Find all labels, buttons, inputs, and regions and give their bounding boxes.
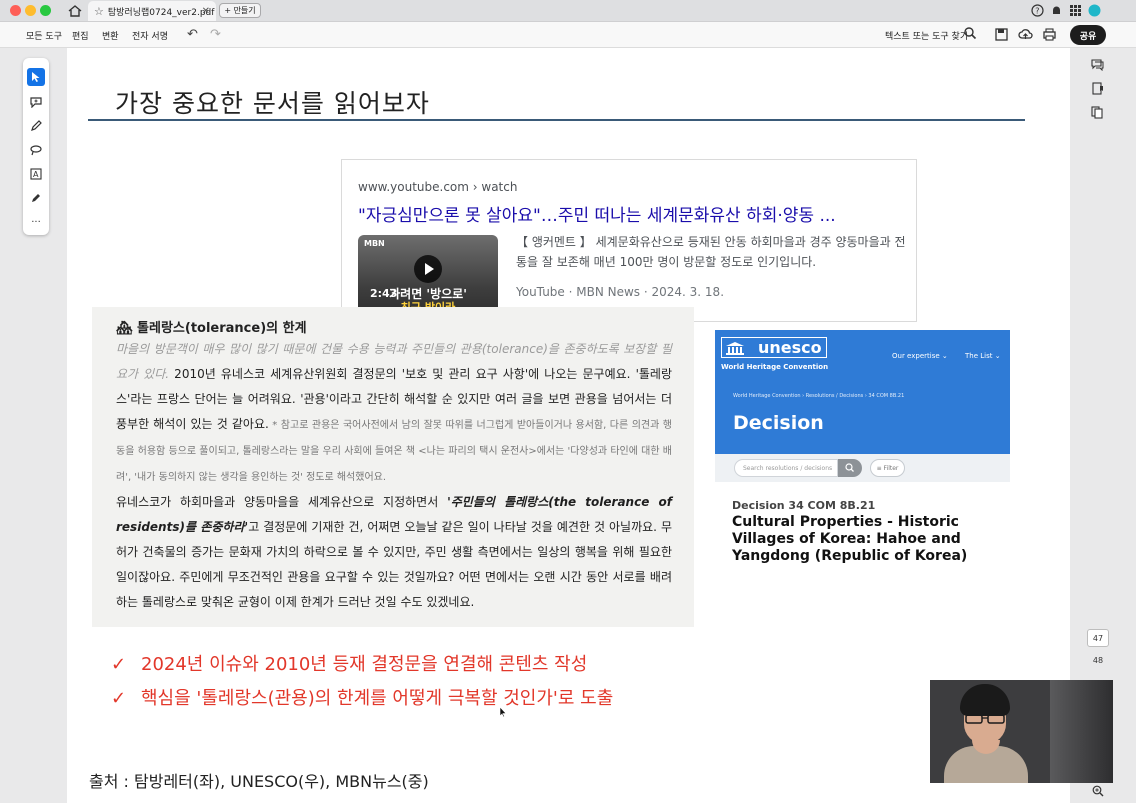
page-number-current[interactable]: 47	[1087, 629, 1109, 647]
unesco-logo-text: unesco	[758, 338, 822, 357]
lasso-icon	[30, 145, 42, 156]
save-icon[interactable]	[994, 27, 1009, 42]
comments-panel-icon[interactable]	[1091, 58, 1104, 71]
point-1: ✓ 2024년 이슈와 2010년 등재 결정문을 연결해 콘텐츠 작성	[111, 650, 587, 676]
main-toolbar: 모든 도구 편집 변환 전자 서명 ↶ ↷ 텍스트 또는 도구 찾기 공유	[0, 22, 1136, 48]
temple-icon	[726, 342, 744, 355]
draw-tool-button[interactable]	[27, 141, 45, 159]
unesco-search-input: Search resolutions / decisions	[734, 459, 838, 477]
document-tab-title: 탐방러닝랩0724_ver2.pdf	[107, 7, 215, 18]
new-tab-button[interactable]: + 만들기	[219, 3, 261, 18]
excerpt-heading-text: 톨레랑스(tolerance)의 한계	[137, 321, 307, 336]
window-titlebar: ☆ 탐방러닝랩0724_ver2.pdf ✕ + 만들기 ?	[0, 0, 1136, 22]
find-tools-label[interactable]: 텍스트 또는 도구 찾기	[885, 29, 968, 42]
newsletter-excerpt: 🏘 톨레랑스(tolerance)의 한계 마을의 방문객이 매우 많이 많기 …	[92, 307, 694, 627]
unesco-logo: unesco	[721, 337, 827, 358]
unesco-subtitle: World Heritage Convention	[721, 363, 829, 371]
slide-title: 가장 중요한 문서를 읽어보자	[115, 89, 430, 118]
highlight-tool-button[interactable]	[27, 117, 45, 135]
youtube-title: "자긍심만으론 못 살아요"…주민 떠나는 세계문화유산 하회·양동 ...	[358, 206, 836, 226]
title-divider	[88, 119, 1025, 121]
cursor-arrow-icon	[32, 72, 40, 82]
star-icon[interactable]: ☆	[94, 5, 104, 18]
point-2: ✓ 핵심을 '톨레랑스(관용)의 한계를 어떻게 극복할 것인가'로 도출	[111, 684, 613, 710]
check-icon: ✓	[111, 688, 127, 709]
excerpt-body: 마을의 방문객이 매우 많이 많기 때문에 건물 수용 능력과 주민들의 관용(…	[116, 337, 672, 615]
stamp-tool-button[interactable]	[27, 189, 45, 207]
mbn-logo: MBN	[364, 239, 385, 248]
notification-bell-icon[interactable]	[1050, 4, 1063, 17]
youtube-url: www.youtube.com › watch	[358, 180, 518, 194]
select-tool-button[interactable]	[27, 68, 45, 86]
unesco-search-button	[838, 459, 862, 477]
youtube-result-card: www.youtube.com › watch "자긍심만으론 못 살아요"…주…	[341, 159, 917, 323]
unesco-breadcrumb: World Heritage Convention › Resolutions …	[733, 393, 905, 399]
check-icon: ✓	[111, 654, 127, 675]
decision-title: Cultural Properties - Historic Villages …	[732, 514, 968, 564]
pen-icon	[31, 120, 42, 131]
user-avatar-icon[interactable]	[1088, 4, 1101, 17]
video-duration: 2:43	[370, 287, 398, 300]
mouse-cursor-icon	[499, 706, 507, 718]
point-2-text: 핵심을 '톨레랑스(관용)의 한계를 어떻게 극복할 것인가'로 도출	[141, 688, 614, 709]
youtube-description: 【 앵커멘트 】 세계문화유산으로 등재된 안동 하회마을과 경주 양동마을과 …	[516, 235, 906, 269]
apps-grid-icon[interactable]	[1069, 4, 1082, 17]
menu-convert[interactable]: 변환	[102, 29, 119, 42]
nav-the-list: The List ⌄	[965, 352, 1001, 360]
document-tab[interactable]: ☆ 탐방러닝랩0724_ver2.pdf ✕	[88, 1, 216, 21]
more-tools-icon[interactable]: ···	[27, 213, 45, 231]
search-icon	[845, 463, 854, 472]
presenter-hair	[960, 684, 1010, 716]
unesco-filter-button: ≡ Filter	[870, 459, 905, 477]
close-window-button[interactable]	[10, 5, 21, 16]
play-icon	[414, 255, 442, 283]
unesco-search-bar: Search resolutions / decisions ≡ Filter	[715, 454, 1010, 482]
upload-cloud-icon[interactable]	[1018, 27, 1033, 42]
comment-tool-button[interactable]	[27, 93, 45, 111]
glasses-icon	[965, 714, 1005, 724]
text-box-icon: A	[30, 168, 42, 180]
home-icon[interactable]	[67, 3, 83, 19]
presenter-webcam	[930, 680, 1113, 783]
excerpt-heading: 🏘 톨레랑스(tolerance)의 한계	[116, 317, 307, 336]
page-number-next[interactable]: 48	[1087, 651, 1109, 669]
youtube-meta: YouTube · MBN News · 2024. 3. 18.	[516, 285, 725, 299]
redo-icon[interactable]: ↷	[210, 27, 221, 42]
webcam-background	[1050, 680, 1113, 783]
add-comment-icon	[30, 97, 42, 108]
menu-edit[interactable]: 편집	[72, 29, 89, 42]
search-icon[interactable]	[963, 26, 977, 40]
unesco-header: unesco World Heritage Convention Our exp…	[715, 330, 1010, 454]
help-icon[interactable]: ?	[1031, 4, 1044, 17]
decision-id: Decision 34 COM 8B.21	[732, 499, 876, 512]
pages-panel-icon[interactable]	[1091, 106, 1104, 119]
menu-all-tools[interactable]: 모든 도구	[26, 29, 62, 42]
unesco-heading: Decision	[733, 412, 824, 434]
nav-our-expertise: Our expertise ⌄	[892, 352, 948, 360]
excerpt-paragraph-2a: 유네스코가 하회마을과 양동마을을 세계유산으로 지정하면서	[116, 495, 448, 509]
close-tab-icon[interactable]: ✕	[202, 6, 210, 17]
maximize-window-button[interactable]	[40, 5, 51, 16]
svg-text:A: A	[33, 170, 39, 179]
minimize-window-button[interactable]	[25, 5, 36, 16]
source-credit: 출처 : 탐방레터(좌), UNESCO(우), MBN뉴스(중)	[89, 772, 429, 791]
point-1-text: 2024년 이슈와 2010년 등재 결정문을 연결해 콘텐츠 작성	[141, 654, 588, 675]
undo-icon[interactable]: ↶	[187, 27, 198, 42]
print-icon[interactable]	[1042, 27, 1057, 42]
village-icon: 🏘	[116, 321, 133, 336]
left-tool-rail: A ···	[23, 58, 49, 235]
share-button[interactable]: 공유	[1070, 25, 1106, 45]
pdf-page: 가장 중요한 문서를 읽어보자 www.youtube.com › watch …	[67, 48, 1070, 803]
bookmark-panel-icon[interactable]	[1091, 82, 1104, 95]
text-tool-button[interactable]: A	[27, 165, 45, 183]
stamp-icon	[32, 194, 40, 202]
svg-text:?: ?	[1035, 7, 1039, 16]
zoom-icon[interactable]	[1092, 785, 1104, 797]
menu-e-sign[interactable]: 전자 서명	[132, 29, 168, 42]
